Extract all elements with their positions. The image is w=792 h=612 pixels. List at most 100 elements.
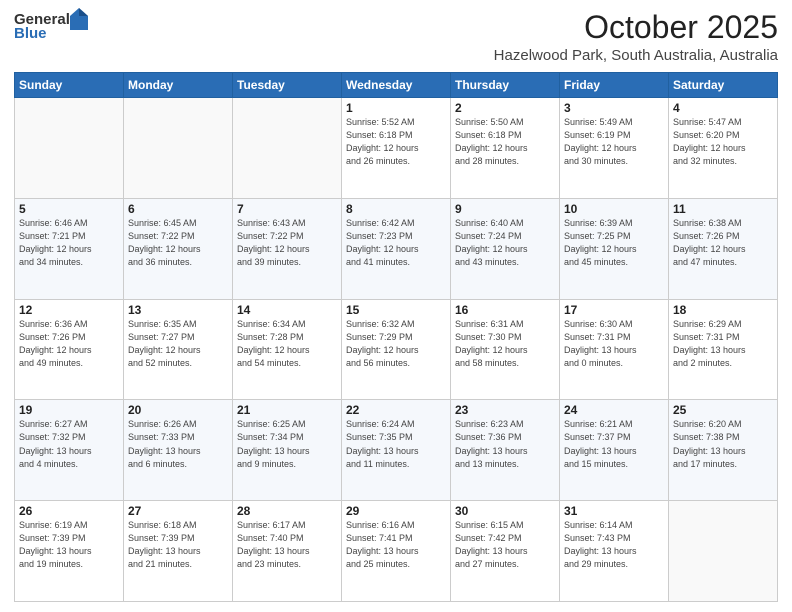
day-number: 21 xyxy=(237,403,337,417)
day-number: 9 xyxy=(455,202,555,216)
calendar-week-row: 12Sunrise: 6:36 AM Sunset: 7:26 PM Dayli… xyxy=(15,299,778,400)
day-info: Sunrise: 6:27 AM Sunset: 7:32 PM Dayligh… xyxy=(19,418,119,470)
day-info: Sunrise: 6:17 AM Sunset: 7:40 PM Dayligh… xyxy=(237,519,337,571)
header-wednesday: Wednesday xyxy=(342,73,451,98)
day-number: 15 xyxy=(346,303,446,317)
table-row: 5Sunrise: 6:46 AM Sunset: 7:21 PM Daylig… xyxy=(15,198,124,299)
day-number: 28 xyxy=(237,504,337,518)
day-number: 13 xyxy=(128,303,228,317)
table-row: 3Sunrise: 5:49 AM Sunset: 6:19 PM Daylig… xyxy=(560,98,669,199)
day-info: Sunrise: 6:25 AM Sunset: 7:34 PM Dayligh… xyxy=(237,418,337,470)
table-row: 18Sunrise: 6:29 AM Sunset: 7:31 PM Dayli… xyxy=(669,299,778,400)
day-info: Sunrise: 5:49 AM Sunset: 6:19 PM Dayligh… xyxy=(564,116,664,168)
day-info: Sunrise: 6:23 AM Sunset: 7:36 PM Dayligh… xyxy=(455,418,555,470)
day-number: 14 xyxy=(237,303,337,317)
day-info: Sunrise: 6:20 AM Sunset: 7:38 PM Dayligh… xyxy=(673,418,773,470)
table-row: 31Sunrise: 6:14 AM Sunset: 7:43 PM Dayli… xyxy=(560,501,669,602)
day-info: Sunrise: 6:34 AM Sunset: 7:28 PM Dayligh… xyxy=(237,318,337,370)
day-info: Sunrise: 6:30 AM Sunset: 7:31 PM Dayligh… xyxy=(564,318,664,370)
logo: General Blue xyxy=(14,10,88,43)
day-number: 11 xyxy=(673,202,773,216)
table-row: 7Sunrise: 6:43 AM Sunset: 7:22 PM Daylig… xyxy=(233,198,342,299)
table-row: 10Sunrise: 6:39 AM Sunset: 7:25 PM Dayli… xyxy=(560,198,669,299)
day-info: Sunrise: 5:47 AM Sunset: 6:20 PM Dayligh… xyxy=(673,116,773,168)
day-number: 18 xyxy=(673,303,773,317)
header-thursday: Thursday xyxy=(451,73,560,98)
day-number: 8 xyxy=(346,202,446,216)
day-number: 22 xyxy=(346,403,446,417)
header-monday: Monday xyxy=(124,73,233,98)
table-row: 20Sunrise: 6:26 AM Sunset: 7:33 PM Dayli… xyxy=(124,400,233,501)
day-number: 10 xyxy=(564,202,664,216)
table-row: 2Sunrise: 5:50 AM Sunset: 6:18 PM Daylig… xyxy=(451,98,560,199)
day-number: 27 xyxy=(128,504,228,518)
table-row: 17Sunrise: 6:30 AM Sunset: 7:31 PM Dayli… xyxy=(560,299,669,400)
day-number: 6 xyxy=(128,202,228,216)
table-row xyxy=(124,98,233,199)
day-info: Sunrise: 6:45 AM Sunset: 7:22 PM Dayligh… xyxy=(128,217,228,269)
month-title: October 2025 xyxy=(494,10,778,45)
day-number: 2 xyxy=(455,101,555,115)
table-row: 25Sunrise: 6:20 AM Sunset: 7:38 PM Dayli… xyxy=(669,400,778,501)
day-info: Sunrise: 6:39 AM Sunset: 7:25 PM Dayligh… xyxy=(564,217,664,269)
day-number: 23 xyxy=(455,403,555,417)
day-number: 20 xyxy=(128,403,228,417)
day-number: 7 xyxy=(237,202,337,216)
calendar-week-row: 26Sunrise: 6:19 AM Sunset: 7:39 PM Dayli… xyxy=(15,501,778,602)
table-row: 14Sunrise: 6:34 AM Sunset: 7:28 PM Dayli… xyxy=(233,299,342,400)
page: General Blue October 2025 Hazelwood Park… xyxy=(0,0,792,612)
table-row: 21Sunrise: 6:25 AM Sunset: 7:34 PM Dayli… xyxy=(233,400,342,501)
day-info: Sunrise: 6:18 AM Sunset: 7:39 PM Dayligh… xyxy=(128,519,228,571)
day-info: Sunrise: 6:42 AM Sunset: 7:23 PM Dayligh… xyxy=(346,217,446,269)
day-info: Sunrise: 6:14 AM Sunset: 7:43 PM Dayligh… xyxy=(564,519,664,571)
table-row: 11Sunrise: 6:38 AM Sunset: 7:26 PM Dayli… xyxy=(669,198,778,299)
day-info: Sunrise: 6:38 AM Sunset: 7:26 PM Dayligh… xyxy=(673,217,773,269)
table-row: 12Sunrise: 6:36 AM Sunset: 7:26 PM Dayli… xyxy=(15,299,124,400)
table-row: 24Sunrise: 6:21 AM Sunset: 7:37 PM Dayli… xyxy=(560,400,669,501)
table-row: 27Sunrise: 6:18 AM Sunset: 7:39 PM Dayli… xyxy=(124,501,233,602)
header-saturday: Saturday xyxy=(669,73,778,98)
day-info: Sunrise: 6:15 AM Sunset: 7:42 PM Dayligh… xyxy=(455,519,555,571)
location-title: Hazelwood Park, South Australia, Austral… xyxy=(494,47,778,64)
day-info: Sunrise: 6:26 AM Sunset: 7:33 PM Dayligh… xyxy=(128,418,228,470)
calendar-week-row: 19Sunrise: 6:27 AM Sunset: 7:32 PM Dayli… xyxy=(15,400,778,501)
header-sunday: Sunday xyxy=(15,73,124,98)
title-block: October 2025 Hazelwood Park, South Austr… xyxy=(494,10,778,64)
table-row: 1Sunrise: 5:52 AM Sunset: 6:18 PM Daylig… xyxy=(342,98,451,199)
day-info: Sunrise: 6:43 AM Sunset: 7:22 PM Dayligh… xyxy=(237,217,337,269)
day-info: Sunrise: 5:52 AM Sunset: 6:18 PM Dayligh… xyxy=(346,116,446,168)
table-row: 6Sunrise: 6:45 AM Sunset: 7:22 PM Daylig… xyxy=(124,198,233,299)
day-number: 16 xyxy=(455,303,555,317)
day-number: 29 xyxy=(346,504,446,518)
calendar-table: Sunday Monday Tuesday Wednesday Thursday… xyxy=(14,72,778,602)
day-number: 31 xyxy=(564,504,664,518)
table-row xyxy=(15,98,124,199)
day-info: Sunrise: 6:16 AM Sunset: 7:41 PM Dayligh… xyxy=(346,519,446,571)
logo-icon xyxy=(70,8,88,30)
table-row: 30Sunrise: 6:15 AM Sunset: 7:42 PM Dayli… xyxy=(451,501,560,602)
day-info: Sunrise: 6:36 AM Sunset: 7:26 PM Dayligh… xyxy=(19,318,119,370)
table-row: 9Sunrise: 6:40 AM Sunset: 7:24 PM Daylig… xyxy=(451,198,560,299)
day-info: Sunrise: 6:46 AM Sunset: 7:21 PM Dayligh… xyxy=(19,217,119,269)
calendar-header-row: Sunday Monday Tuesday Wednesday Thursday… xyxy=(15,73,778,98)
table-row xyxy=(669,501,778,602)
day-info: Sunrise: 6:31 AM Sunset: 7:30 PM Dayligh… xyxy=(455,318,555,370)
table-row: 29Sunrise: 6:16 AM Sunset: 7:41 PM Dayli… xyxy=(342,501,451,602)
header-tuesday: Tuesday xyxy=(233,73,342,98)
day-info: Sunrise: 6:40 AM Sunset: 7:24 PM Dayligh… xyxy=(455,217,555,269)
table-row: 4Sunrise: 5:47 AM Sunset: 6:20 PM Daylig… xyxy=(669,98,778,199)
header: General Blue October 2025 Hazelwood Park… xyxy=(14,10,778,64)
table-row: 22Sunrise: 6:24 AM Sunset: 7:35 PM Dayli… xyxy=(342,400,451,501)
day-info: Sunrise: 6:32 AM Sunset: 7:29 PM Dayligh… xyxy=(346,318,446,370)
day-number: 4 xyxy=(673,101,773,115)
header-friday: Friday xyxy=(560,73,669,98)
table-row: 23Sunrise: 6:23 AM Sunset: 7:36 PM Dayli… xyxy=(451,400,560,501)
day-info: Sunrise: 6:21 AM Sunset: 7:37 PM Dayligh… xyxy=(564,418,664,470)
table-row: 8Sunrise: 6:42 AM Sunset: 7:23 PM Daylig… xyxy=(342,198,451,299)
day-number: 30 xyxy=(455,504,555,518)
table-row: 16Sunrise: 6:31 AM Sunset: 7:30 PM Dayli… xyxy=(451,299,560,400)
day-number: 25 xyxy=(673,403,773,417)
calendar-week-row: 1Sunrise: 5:52 AM Sunset: 6:18 PM Daylig… xyxy=(15,98,778,199)
table-row: 13Sunrise: 6:35 AM Sunset: 7:27 PM Dayli… xyxy=(124,299,233,400)
table-row: 26Sunrise: 6:19 AM Sunset: 7:39 PM Dayli… xyxy=(15,501,124,602)
